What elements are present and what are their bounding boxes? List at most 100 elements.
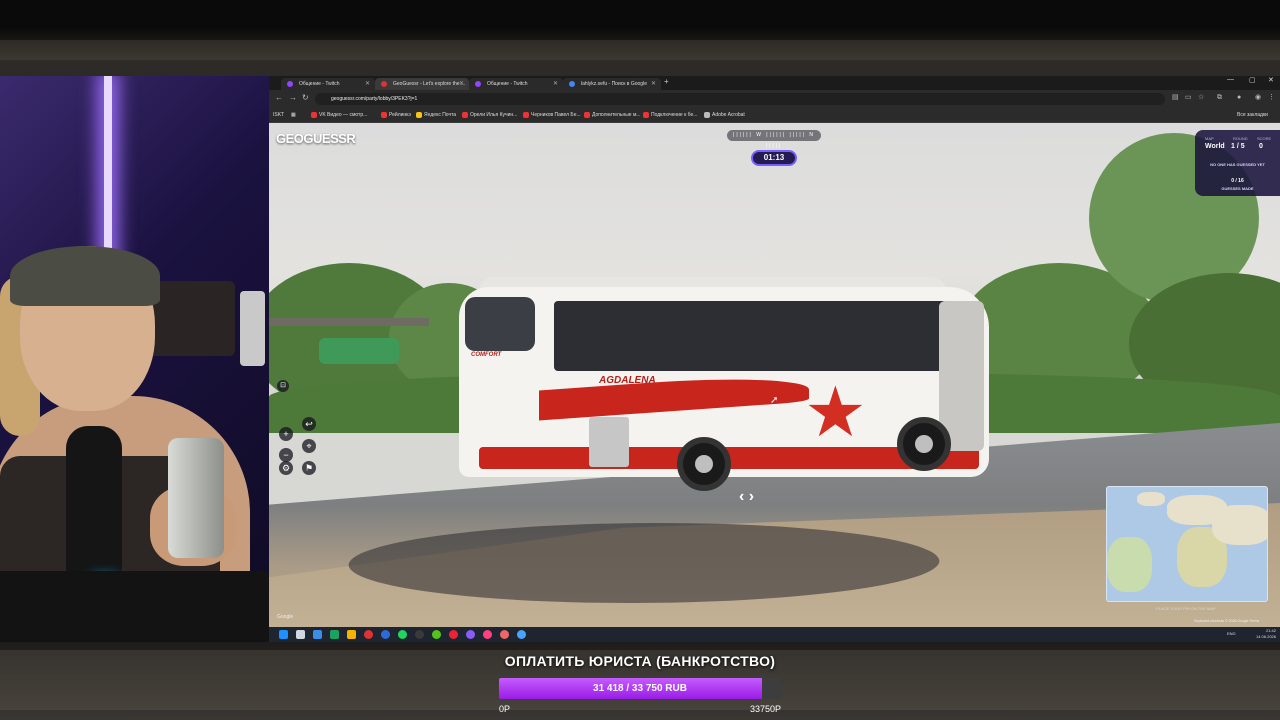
taskbar-app-icon[interactable]	[483, 630, 492, 639]
undo-move-button[interactable]: ↩	[302, 417, 316, 431]
tab-twitch-1[interactable]: Общение - Twitch ✕	[281, 78, 375, 90]
menu-icon[interactable]: ⋮	[1268, 94, 1276, 102]
flag-button[interactable]: ⚑	[302, 461, 316, 475]
zoom-out-button[interactable]: −	[279, 448, 293, 462]
taskbar-app-icon[interactable]	[330, 630, 339, 639]
bookmark-apps[interactable]: ISKT	[273, 110, 284, 120]
maximize-icon[interactable]: ▢	[1249, 76, 1256, 84]
bookmark-star-icon[interactable]: ☆	[1198, 94, 1206, 102]
move-arrows[interactable]: ‹ ›	[739, 488, 754, 506]
taskbar-app-icon[interactable]	[415, 630, 424, 639]
system-clock[interactable]: 21:42 14.06.2026	[1256, 628, 1276, 640]
settings-button[interactable]: ⚙	[279, 461, 293, 475]
map-value: World	[1205, 143, 1225, 150]
reload-icon[interactable]: ↻	[302, 93, 309, 102]
bus-rear-text: COMFORT	[471, 352, 502, 358]
guess-minimap[interactable]	[1106, 486, 1268, 602]
zoom-in-button[interactable]: +	[279, 427, 293, 441]
bookmark-item[interactable]: Adobe Acrobat	[704, 110, 745, 120]
avatar[interactable]: ◉	[1255, 94, 1263, 102]
taskbar-app-icon[interactable]	[381, 630, 390, 639]
taskbar-app-icon[interactable]	[432, 630, 441, 639]
language-indicator[interactable]: ENG	[1227, 631, 1236, 636]
webcam-feed	[0, 76, 269, 642]
new-tab-button[interactable]: +	[664, 77, 669, 86]
translate-icon[interactable]: ▤	[1172, 94, 1180, 102]
donation-min-label: 0Р	[499, 704, 511, 714]
tab-google-search[interactable]: lahlykz.sefu - Поиск в Google ✕	[563, 78, 661, 90]
round-value: 1 / 5	[1231, 143, 1245, 150]
tab-label: GeoGuessr - Let's explore the ...	[393, 81, 466, 87]
taskbar-app-icon[interactable]	[296, 630, 305, 639]
taskbar-app-icon[interactable]	[398, 630, 407, 639]
taskbar-app-icon[interactable]	[466, 630, 475, 639]
taskbar-app-icon[interactable]	[500, 630, 509, 639]
taskbar-app-icon[interactable]	[313, 630, 322, 639]
close-icon[interactable]: ✕	[365, 78, 370, 90]
bus-company-name: AGDALENA	[599, 375, 656, 386]
minimap-hint: PLACE YOUR PIN ON THE MAP	[1156, 606, 1216, 611]
taskbar-app-icon[interactable]	[517, 630, 526, 639]
game-status-panel: MAP World ROUND 1 / 5 SCORE 0 NO ONE HAS…	[1195, 130, 1280, 196]
no-guess-message: NO ONE HAS GUESSED YET	[1210, 162, 1265, 167]
drink-can	[168, 438, 224, 558]
bookmark-item[interactable]: Черников Павел Бе...	[523, 110, 581, 120]
bus-wheel	[677, 437, 731, 491]
close-icon[interactable]: ✕	[459, 78, 464, 90]
return-to-start-button[interactable]: ⌖	[302, 439, 316, 453]
compass[interactable]: |||||| W |||||| ||||| N |||||	[727, 130, 821, 149]
round-timer: 01:13	[751, 150, 797, 166]
cast-icon[interactable]: ▭	[1185, 94, 1193, 102]
bookmark-item[interactable]: Подключение к бе...	[643, 110, 697, 120]
taskbar-app-icon[interactable]	[364, 630, 373, 639]
close-icon[interactable]: ✕	[553, 78, 558, 90]
close-window-icon[interactable]: ✕	[1268, 76, 1274, 84]
tab-geoguessr[interactable]: GeoGuessr - Let's explore the ... ✕	[375, 78, 469, 90]
geoguessr-icon	[381, 81, 387, 87]
back-icon[interactable]: ←	[275, 93, 283, 102]
windows-taskbar: ENG 21:42 14.06.2026	[269, 627, 1280, 642]
start-menu-icon[interactable]	[279, 630, 288, 639]
address-bar[interactable]: geoguessr.com/party/lobby/3PEK3?j=1	[315, 93, 1165, 105]
donation-amount: 31 418 / 33 750 RUB	[593, 683, 687, 694]
minimize-icon[interactable]: —	[1227, 76, 1234, 83]
roadside-shelter	[269, 318, 429, 326]
donation-progress-bar: 31 418 / 33 750 RUB	[499, 678, 781, 699]
all-bookmarks[interactable]: Все закладки	[1229, 110, 1268, 120]
bookmark-item[interactable]: Яндекс Почта	[416, 110, 456, 120]
donation-max-label: 33750Р	[749, 704, 781, 714]
bus-wheel	[897, 417, 951, 471]
address-row: ← → ↻ geoguessr.com/party/lobby/3PEK3?j=…	[269, 90, 1280, 108]
bookmark-item[interactable]: VK Видео — смотр...	[311, 110, 367, 120]
bus: ★ AGDALENA COMFORT	[459, 277, 989, 492]
profile-icon[interactable]: ●	[1237, 94, 1245, 102]
tab-label: Общение - Twitch	[299, 81, 340, 87]
taskbar-app-icon[interactable]	[449, 630, 458, 639]
green-tarp	[319, 338, 399, 364]
star-logo-icon: ★	[804, 373, 867, 451]
bookmark-item[interactable]: Рейлинкэ	[381, 110, 411, 120]
extensions-icon[interactable]: ⧉	[1217, 94, 1225, 102]
guesses-count: 0 / 16	[1231, 178, 1244, 184]
twitch-icon	[475, 81, 481, 87]
camera-icon[interactable]: ⊡	[277, 380, 289, 392]
clock-date: 14.06.2026	[1255, 634, 1276, 639]
google-watermark: Google	[277, 614, 294, 620]
bookmarks-bar: ISKT ▦ VK Видео — смотр... Рейлинкэ Янде…	[269, 108, 1280, 123]
bookmark-item[interactable]: Дополнительные м...	[584, 110, 641, 120]
taskbar-app-icon[interactable]	[347, 630, 356, 639]
donation-goal-title: ОПЛАТИТЬ ЮРИСТА (БАНКРОТСТВО)	[504, 653, 776, 669]
forward-icon[interactable]: →	[289, 93, 297, 102]
round-label: ROUND	[1233, 136, 1248, 141]
score-value: 0	[1259, 143, 1263, 150]
street-view-panorama[interactable]: ★ AGDALENA COMFORT ➚ ‹ › GEOGUESSR |||||…	[269, 123, 1280, 627]
apps-grid-icon[interactable]: ▦	[291, 110, 296, 120]
map-label: MAP	[1205, 136, 1214, 141]
bookmark-item[interactable]: Орели Илья Кучин...	[462, 110, 517, 120]
twitch-icon	[287, 81, 293, 87]
map-attribution[interactable]: Keyboard shortcuts © 2026 Google Terms	[1194, 619, 1259, 623]
close-icon[interactable]: ✕	[651, 78, 656, 90]
tab-twitch-2[interactable]: Общение - Twitch ✕	[469, 78, 563, 90]
tab-label: Общение - Twitch	[487, 81, 528, 87]
geoguessr-logo[interactable]: GEOGUESSR	[276, 131, 356, 146]
